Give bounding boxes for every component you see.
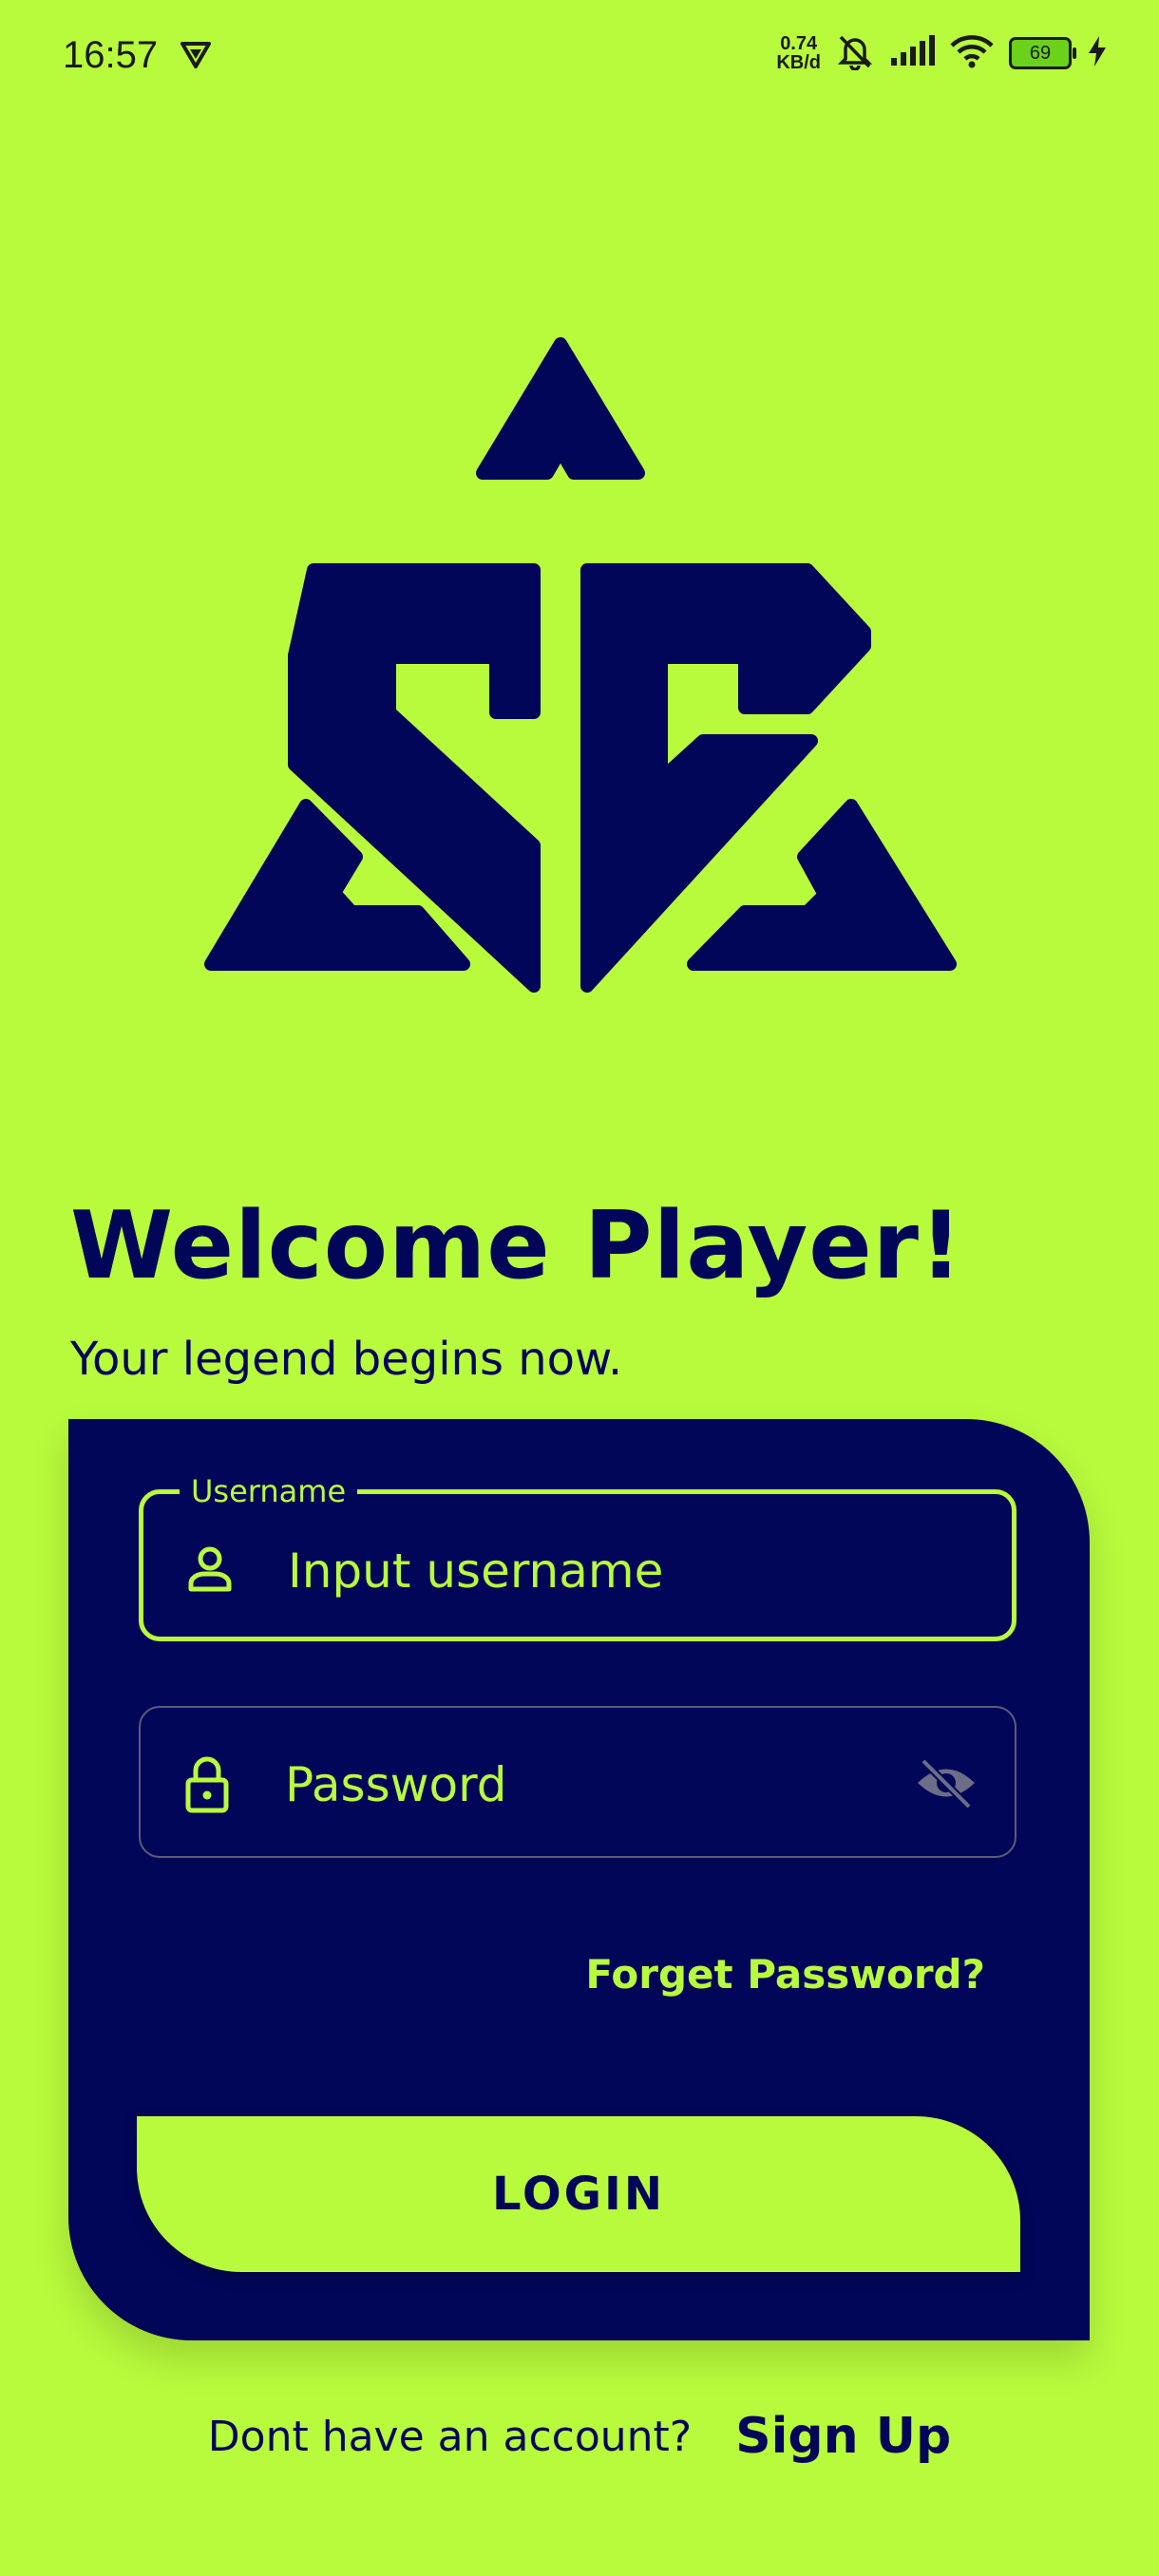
signal-icon xyxy=(889,35,935,71)
password-field[interactable] xyxy=(139,1706,1016,1858)
password-input[interactable] xyxy=(283,1746,876,1824)
status-bar: 16:57 0.74 KB/d 69 xyxy=(0,0,1159,114)
wifi-icon xyxy=(950,34,994,72)
signup-link[interactable]: Sign Up xyxy=(735,2408,951,2465)
username-label: Username xyxy=(180,1473,358,1509)
battery-level: 69 xyxy=(1029,42,1052,64)
toggle-visibility-icon[interactable] xyxy=(914,1755,978,1814)
mute-bell-icon xyxy=(836,32,874,74)
battery-icon: 69 xyxy=(1009,37,1076,69)
forget-password-link[interactable]: Forget Password? xyxy=(585,1951,985,1998)
vpn-icon xyxy=(179,38,213,76)
page-subtitle: Your legend begins now. xyxy=(70,1333,623,1386)
username-field[interactable]: Username xyxy=(139,1473,1016,1641)
signup-prompt: Dont have an account? xyxy=(207,2412,693,2461)
page-title: Welcome Player! xyxy=(70,1192,963,1300)
lock-icon xyxy=(180,1755,234,1818)
login-card: Username Forget Password? LOGIN xyxy=(68,1419,1090,2340)
net-speed-value: 0.74 xyxy=(780,33,818,54)
game-logo xyxy=(200,332,960,1007)
login-button[interactable]: LOGIN xyxy=(137,2116,1020,2272)
status-icons: 0.74 KB/d 69 xyxy=(776,32,1108,74)
net-speed-unit: KB/d xyxy=(776,52,821,73)
user-icon xyxy=(183,1542,237,1599)
username-input[interactable] xyxy=(286,1532,879,1610)
charging-icon xyxy=(1087,36,1108,70)
status-time: 16:57 xyxy=(63,34,159,76)
signup-row: Dont have an account? Sign Up xyxy=(0,2408,1159,2465)
net-speed: 0.74 KB/d xyxy=(776,34,821,72)
